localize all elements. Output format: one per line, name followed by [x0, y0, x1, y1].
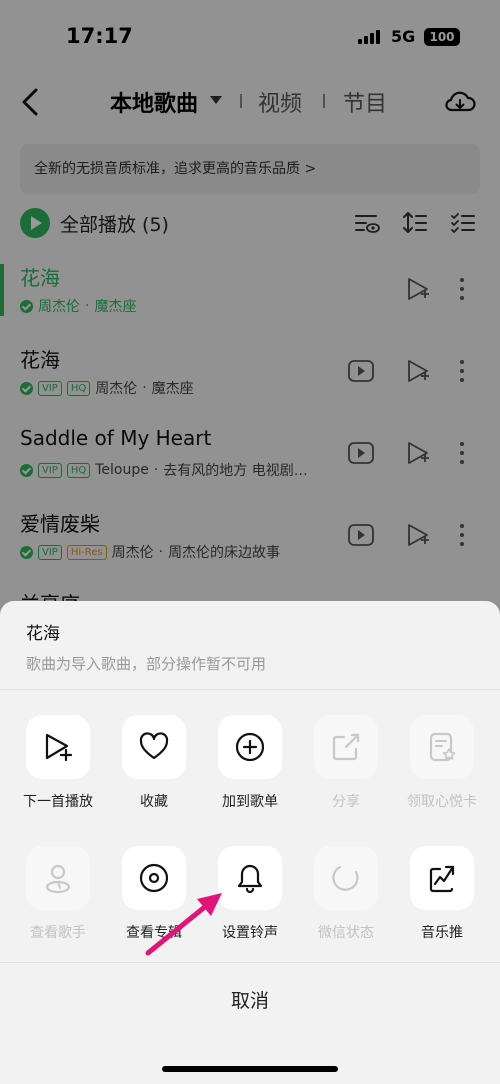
view-album-tile[interactable]	[122, 846, 186, 910]
view-singer-tile[interactable]	[26, 846, 90, 910]
claim-card-label: 领取心悦卡	[407, 794, 477, 810]
divider	[0, 962, 500, 963]
set-ringtone-label: 设置铃声	[222, 925, 278, 941]
album-icon	[139, 863, 169, 893]
wechat-status-icon	[332, 865, 359, 891]
view-album-label: 查看专辑	[126, 925, 182, 941]
song-action-sheet: 花海 歌曲为导入歌曲，部分操作暂不可用 下一首播放 收藏 加到歌单 分享 领取心…	[0, 601, 500, 1084]
favorite-label: 收藏	[140, 794, 168, 810]
set-ringtone-tile[interactable]	[218, 846, 282, 910]
wechat-status-tile[interactable]	[314, 846, 378, 910]
cancel-button[interactable]: 取消	[0, 971, 500, 1031]
music-push-label: 音乐推	[421, 925, 463, 941]
view-album-button[interactable]: 查看专辑	[114, 846, 194, 956]
favorite-button[interactable]: 收藏	[114, 715, 194, 825]
set-ringtone-button[interactable]: 设置铃声	[210, 846, 290, 956]
claim-card-tile[interactable]	[410, 715, 474, 779]
play-next-button[interactable]: 下一首播放	[18, 715, 98, 825]
music-push-icon	[429, 865, 455, 893]
wechat-status-button[interactable]: 微信状态	[306, 846, 386, 956]
view-singer-label: 查看歌手	[30, 925, 86, 941]
home-indicator	[162, 1066, 338, 1072]
play-next-icon	[45, 733, 73, 762]
divider	[0, 689, 500, 690]
sheet-song-title: 花海	[26, 624, 60, 644]
claim-card-button[interactable]: 领取心悦卡	[402, 715, 482, 825]
add-to-playlist-button[interactable]: 加到歌单	[210, 715, 290, 825]
share-button[interactable]: 分享	[306, 715, 386, 825]
share-icon	[332, 733, 360, 761]
share-label: 分享	[332, 794, 360, 810]
add-playlist-icon	[235, 732, 265, 762]
favorite-tile[interactable]	[122, 715, 186, 779]
music-push-tile[interactable]	[410, 846, 474, 910]
play-next-label: 下一首播放	[23, 794, 93, 810]
wechat-status-label: 微信状态	[318, 925, 374, 941]
bell-icon	[237, 864, 263, 894]
sheet-notice: 歌曲为导入歌曲，部分操作暂不可用	[26, 655, 267, 673]
add-playlist-tile[interactable]	[218, 715, 282, 779]
singer-icon	[45, 864, 71, 894]
play-next-tile[interactable]	[26, 715, 90, 779]
share-tile[interactable]	[314, 715, 378, 779]
add-playlist-label: 加到歌单	[222, 794, 278, 810]
heart-icon	[139, 732, 169, 760]
card-icon	[429, 732, 456, 762]
view-singer-button[interactable]: 查看歌手	[18, 846, 98, 956]
music-push-button[interactable]: 音乐推	[402, 846, 482, 956]
